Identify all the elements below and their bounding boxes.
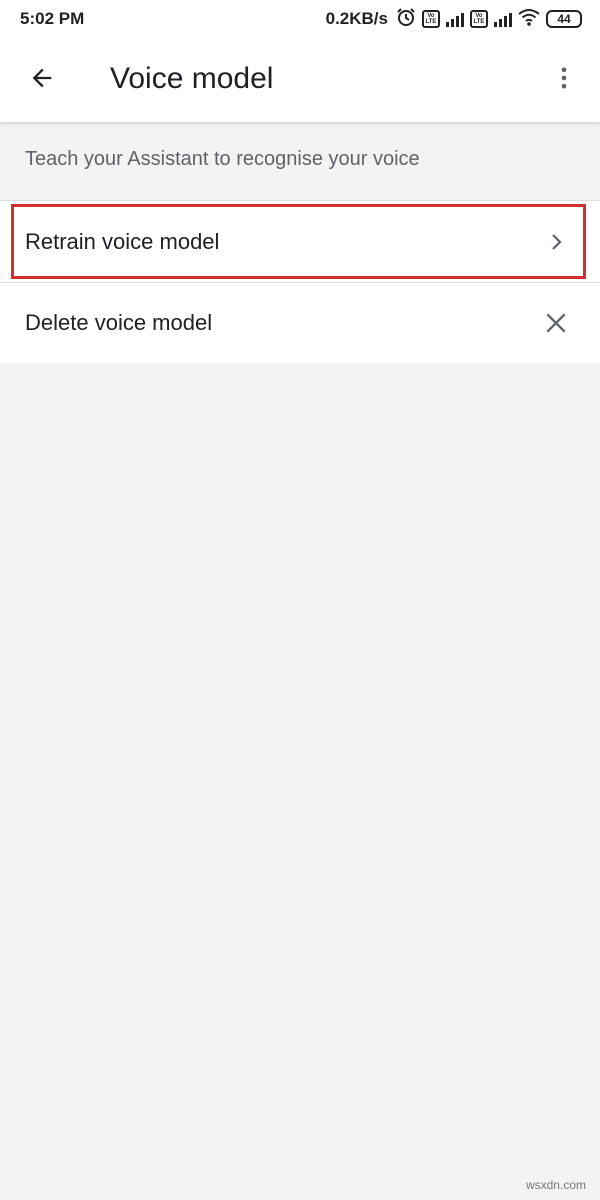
battery-icon: 44 bbox=[546, 10, 582, 28]
status-time: 5:02 PM bbox=[20, 9, 85, 28]
chevron-right-icon bbox=[542, 228, 570, 256]
alarm-icon bbox=[396, 7, 416, 32]
close-icon[interactable] bbox=[542, 309, 570, 337]
status-icons: 0.2KB/s Vo LTE Vo LTE 44 bbox=[325, 7, 582, 32]
app-bar: Voice model bbox=[0, 38, 600, 122]
wifi-icon bbox=[518, 8, 540, 31]
watermark: wsxdn.com bbox=[525, 1178, 586, 1192]
arrow-back-icon bbox=[28, 64, 56, 97]
back-button[interactable] bbox=[20, 58, 64, 102]
settings-list: Retrain voice model Delete voice model bbox=[0, 200, 600, 363]
more-vert-icon bbox=[550, 64, 578, 97]
volte-icon: Vo LTE bbox=[470, 10, 488, 28]
retrain-voice-model-label: Retrain voice model bbox=[25, 228, 220, 254]
volte-icon: Vo LTE bbox=[422, 10, 440, 28]
retrain-voice-model-item[interactable]: Retrain voice model bbox=[0, 201, 600, 282]
delete-voice-model-item[interactable]: Delete voice model bbox=[0, 282, 600, 363]
more-options-button[interactable] bbox=[542, 58, 586, 102]
signal-icon bbox=[494, 11, 512, 27]
delete-voice-model-label: Delete voice model bbox=[25, 310, 213, 335]
signal-icon bbox=[446, 11, 464, 27]
status-bar: 5:02 PM 0.2KB/s Vo LTE Vo LTE 44 bbox=[0, 0, 600, 38]
page-title: Voice model bbox=[110, 62, 274, 95]
section-description: Teach your Assistant to recognise your v… bbox=[25, 148, 420, 170]
network-speed: 0.2KB/s bbox=[325, 9, 388, 28]
